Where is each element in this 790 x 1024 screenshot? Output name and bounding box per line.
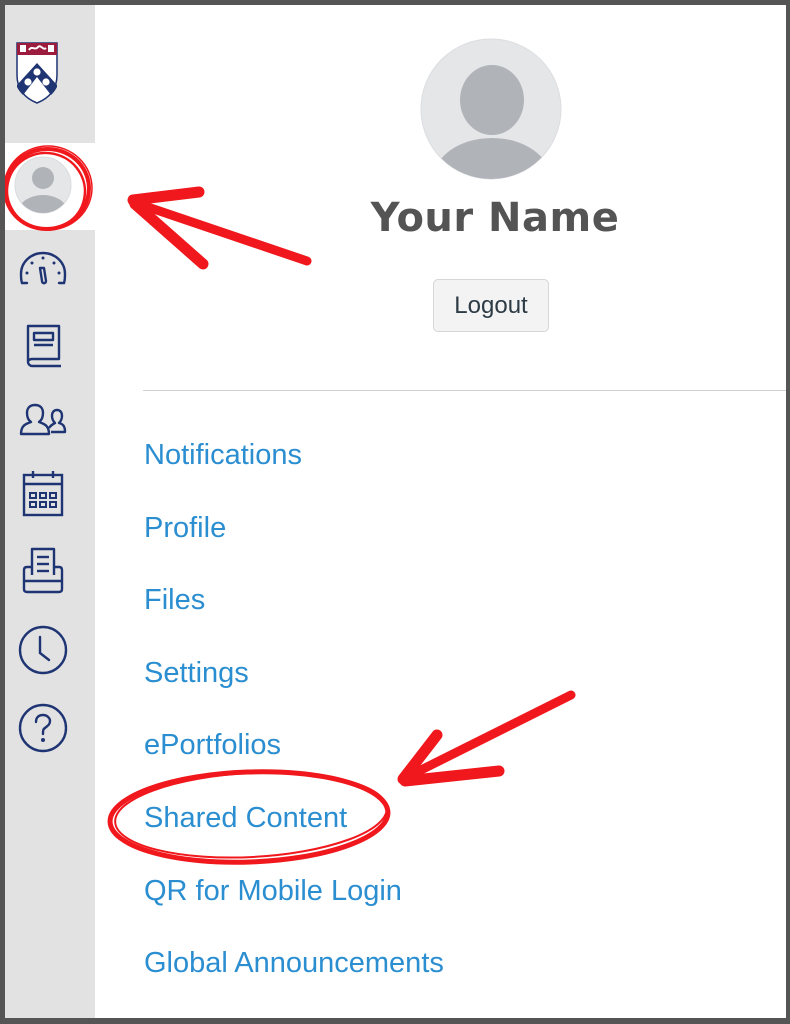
sidebar-item-inbox[interactable] (15, 543, 71, 599)
sidebar-item-calendar[interactable] (15, 465, 71, 521)
book-icon (26, 324, 61, 368)
qr-mobile-login-link[interactable]: QR for Mobile Login (144, 869, 402, 913)
settings-link[interactable]: Settings (144, 651, 249, 695)
sidebar-item-groups[interactable] (15, 390, 71, 446)
sidebar-item-history[interactable] (15, 622, 71, 678)
university-shield-logo[interactable] (15, 41, 59, 105)
menu-item-eportfolios: ePortfolios (144, 723, 444, 796)
user-name: Your Name (370, 195, 620, 241)
calendar-icon (22, 471, 64, 517)
speedometer-icon (19, 251, 67, 285)
menu-item-qr-login: QR for Mobile Login (144, 869, 444, 942)
global-nav-sidebar (5, 5, 95, 1018)
inbox-tray-icon (22, 547, 64, 594)
sidebar-item-help[interactable] (15, 700, 71, 756)
profile-avatar[interactable] (420, 38, 562, 180)
sidebar-item-courses[interactable] (15, 318, 71, 374)
menu-item-profile: Profile (144, 506, 444, 579)
clock-icon (18, 625, 68, 675)
sidebar-item-dashboard[interactable] (15, 243, 71, 299)
divider (143, 390, 786, 391)
user-avatar-icon (13, 155, 73, 215)
shared-content-link[interactable]: Shared Content (144, 796, 347, 840)
global-announcements-link[interactable]: Global Announcements (144, 941, 444, 985)
logout-button[interactable]: Logout (433, 279, 549, 332)
help-question-icon (18, 703, 68, 753)
menu-item-shared-content: Shared Content (144, 796, 444, 869)
sidebar-item-account[interactable] (5, 143, 95, 230)
menu-item-notifications: Notifications (144, 433, 444, 506)
notifications-link[interactable]: Notifications (144, 433, 302, 477)
menu-item-global-announcements: Global Announcements (144, 941, 444, 1014)
profile-link[interactable]: Profile (144, 506, 226, 550)
files-link[interactable]: Files (144, 578, 205, 622)
account-menu: Notifications Profile Files Settings ePo… (144, 433, 444, 1014)
users-icon (19, 403, 67, 436)
eportfolios-link[interactable]: ePortfolios (144, 723, 281, 767)
menu-item-settings: Settings (144, 651, 444, 724)
menu-item-files: Files (144, 578, 444, 651)
screenshot-frame: Your Name Logout Notifications Profile F… (5, 5, 786, 1018)
